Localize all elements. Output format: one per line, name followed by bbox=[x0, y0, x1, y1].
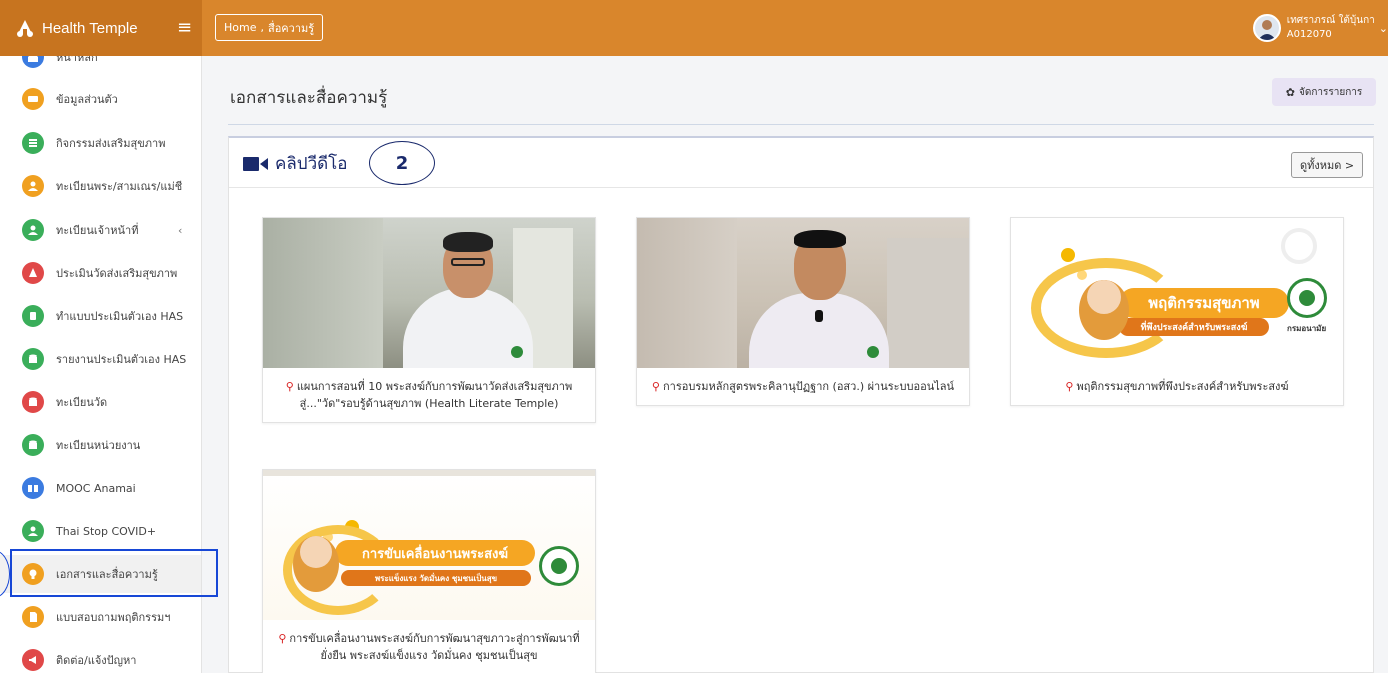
temple-logo-icon bbox=[17, 20, 33, 37]
sidebar-item-monk-registry[interactable]: ทะเบียนพระ/สามเณร/แม่ชี bbox=[0, 167, 201, 205]
sidebar-item-survey[interactable]: แบบสอบถามพฤติกรรมฯ bbox=[0, 598, 201, 636]
manage-items-label: จัดการรายการ bbox=[1298, 86, 1363, 98]
sidebar-item-label: หน้าหลัก bbox=[56, 56, 98, 64]
temple-icon bbox=[22, 262, 44, 284]
page-header: เอกสารและสื่อความรู้ ✿ จัดการรายการ bbox=[202, 56, 1388, 126]
annotation-highlight-box bbox=[10, 549, 218, 597]
panel-header: คลิปวีดีโอ 2 ดูทั้งหมด > bbox=[229, 138, 1373, 188]
database-icon bbox=[22, 434, 44, 456]
home-icon bbox=[22, 56, 44, 68]
panel-title-text: คลิปวีดีโอ bbox=[275, 154, 348, 174]
sidebar-item-profile[interactable]: ข้อมูลส่วนตัว bbox=[0, 80, 201, 118]
document-icon bbox=[22, 606, 44, 628]
sidebar-item-label: ทะเบียนหน่วยงาน bbox=[56, 439, 141, 452]
brand-name: Health Temple bbox=[42, 19, 138, 37]
panel-title: คลิปวีดีโอ bbox=[243, 150, 348, 177]
book-icon bbox=[22, 477, 44, 499]
id-card-icon bbox=[22, 88, 44, 110]
chevron-down-icon: ⌄ bbox=[1378, 21, 1388, 35]
pin-icon: ⚲ bbox=[285, 380, 294, 393]
poster-org: กรมอนามัย bbox=[1287, 324, 1327, 333]
poster-subtitle: ที่พึงประสงค์สำหรับพระสงฆ์ bbox=[1119, 318, 1269, 336]
menu-toggle-icon[interactable]: ≡ bbox=[177, 17, 192, 38]
database-icon bbox=[22, 391, 44, 413]
sidebar-item-contact[interactable]: ติดต่อ/แจ้งปัญหา bbox=[0, 641, 201, 673]
video-camera-icon bbox=[243, 156, 268, 171]
pin-icon: ⚲ bbox=[278, 632, 287, 645]
video-card[interactable]: การขับเคลื่อนงานพระสงฆ์ พระแข็งแรง วัดมั… bbox=[262, 469, 596, 673]
video-caption[interactable]: พฤติกรรมสุขภาพที่พึงประสงค์สำหรับพระสงฆ์ bbox=[1076, 380, 1288, 393]
speaker-figure bbox=[403, 218, 533, 368]
video-caption[interactable]: การอบรมหลักสูตรพระคิลานุปัฏฐาก (อสว.) ผ่… bbox=[663, 380, 954, 393]
chevron-left-icon: ‹ bbox=[178, 223, 183, 237]
sidebar-item-label: รายงานประเมินตัวเอง HAS bbox=[56, 353, 187, 366]
video-card[interactable]: ⚲ การอบรมหลักสูตรพระคิลานุปัฏฐาก (อสว.) ผ… bbox=[636, 217, 970, 406]
user-menu[interactable]: เทศราภรณ์ ใต้บุ้นกา A012070 ⌄ bbox=[1252, 8, 1388, 48]
divider bbox=[228, 124, 1374, 125]
sidebar-item-label: Thai Stop COVID+ bbox=[56, 524, 157, 538]
sidebar-item-agency-registry[interactable]: ทะเบียนหน่วยงาน bbox=[0, 426, 201, 464]
video-panel: คลิปวีดีโอ 2 ดูทั้งหมด > ⚲ แผนการสอนที่ 1… bbox=[228, 136, 1374, 673]
pin-icon: ⚲ bbox=[651, 380, 660, 393]
page-title: เอกสารและสื่อความรู้ bbox=[230, 88, 388, 108]
sidebar-item-has-report[interactable]: รายงานประเมินตัวเอง HAS bbox=[0, 340, 201, 378]
sidebar-item-label: ประเมินวัดส่งเสริมสุขภาพ bbox=[56, 267, 178, 280]
sidebar-item-label: ทำแบบประเมินตัวเอง HAS bbox=[56, 310, 184, 323]
sidebar-item-has-form[interactable]: ทำแบบประเมินตัวเอง HAS bbox=[0, 297, 201, 335]
sidebar-item-thai-stop-covid[interactable]: Thai Stop COVID+ bbox=[0, 512, 201, 550]
sidebar-item-label: ทะเบียนวัด bbox=[56, 396, 108, 409]
breadcrumb-current: สื่อความรู้ bbox=[267, 21, 315, 35]
list-icon bbox=[22, 132, 44, 154]
sidebar-item-label: ทะเบียนพระ/สามเณร/แม่ชี bbox=[56, 180, 183, 193]
users-icon bbox=[22, 219, 44, 241]
gear-icon: ✿ bbox=[1285, 85, 1295, 99]
sidebar-item-label: กิจกรรมส่งเสริมสุขภาพ bbox=[56, 137, 166, 150]
speaker-figure bbox=[749, 218, 889, 368]
video-thumbnail[interactable]: พฤติกรรมสุขภาพ ที่พึงประสงค์สำหรับพระสงฆ… bbox=[1011, 218, 1343, 368]
pin-icon: ⚲ bbox=[1065, 380, 1074, 393]
manage-items-button[interactable]: ✿ จัดการรายการ bbox=[1272, 78, 1376, 106]
video-card[interactable]: ⚲ แผนการสอนที่ 10 พระสงฆ์กับการพัฒนาวัดส่… bbox=[262, 217, 596, 423]
clipboard-icon bbox=[22, 305, 44, 327]
top-bar: Health Temple ≡ Home , สื่อความรู้ เทศรา… bbox=[0, 0, 1388, 56]
breadcrumb-separator: , bbox=[260, 21, 264, 34]
sidebar-item-evaluate-temple[interactable]: ประเมินวัดส่งเสริมสุขภาพ bbox=[0, 254, 201, 292]
sidebar-item-activities[interactable]: กิจกรรมส่งเสริมสุขภาพ bbox=[0, 124, 201, 162]
sidebar-item-mooc[interactable]: MOOC Anamai bbox=[0, 469, 201, 507]
video-card[interactable]: พฤติกรรมสุขภาพ ที่พึงประสงค์สำหรับพระสงฆ… bbox=[1010, 217, 1344, 406]
user-name: เทศราภรณ์ ใต้บุ้นกา bbox=[1286, 15, 1375, 26]
sidebar-item-label: แบบสอบถามพฤติกรรมฯ bbox=[56, 611, 171, 624]
brand[interactable]: Health Temple bbox=[0, 0, 202, 56]
megaphone-icon bbox=[22, 649, 44, 671]
user-id: A012070 bbox=[1286, 29, 1332, 40]
sidebar-item-staff-registry[interactable]: ทะเบียนเจ้าหน้าที่ ‹ bbox=[0, 211, 201, 249]
poster-title: พฤติกรรมสุขภาพ bbox=[1119, 288, 1289, 318]
breadcrumb: Home , สื่อความรู้ bbox=[215, 14, 324, 41]
sidebar-item-home[interactable]: หน้าหลัก bbox=[0, 56, 201, 76]
video-thumbnail[interactable]: การขับเคลื่อนงานพระสงฆ์ พระแข็งแรง วัดมั… bbox=[263, 470, 595, 620]
sidebar-item-label: ข้อมูลส่วนตัว bbox=[56, 93, 118, 106]
sidebar-item-temple-registry[interactable]: ทะเบียนวัด bbox=[0, 383, 201, 421]
video-caption[interactable]: การขับเคลื่อนงานพระสงฆ์กับการพัฒนาสุขภาว… bbox=[289, 632, 579, 662]
database-icon bbox=[22, 348, 44, 370]
user-icon bbox=[22, 520, 44, 542]
poster-subtitle: พระแข็งแรง วัดมั่นคง ชุมชนเป็นสุข bbox=[341, 570, 531, 586]
poster-title: การขับเคลื่อนงานพระสงฆ์ bbox=[335, 540, 535, 566]
sidebar-item-label: MOOC Anamai bbox=[56, 481, 136, 495]
view-all-button[interactable]: ดูทั้งหมด > bbox=[1291, 152, 1363, 178]
breadcrumb-home[interactable]: Home bbox=[224, 21, 256, 34]
annotation-step-number: 2 bbox=[369, 141, 435, 185]
video-caption[interactable]: แผนการสอนที่ 10 พระสงฆ์กับการพัฒนาวัดส่ง… bbox=[297, 380, 572, 410]
users-icon bbox=[22, 175, 44, 197]
sidebar-item-label: ทะเบียนเจ้าหน้าที่ bbox=[56, 224, 139, 237]
avatar bbox=[1252, 14, 1281, 42]
sidebar-item-label: ติดต่อ/แจ้งปัญหา bbox=[56, 654, 137, 667]
video-thumbnail[interactable] bbox=[637, 218, 969, 368]
video-thumbnail[interactable] bbox=[263, 218, 595, 368]
